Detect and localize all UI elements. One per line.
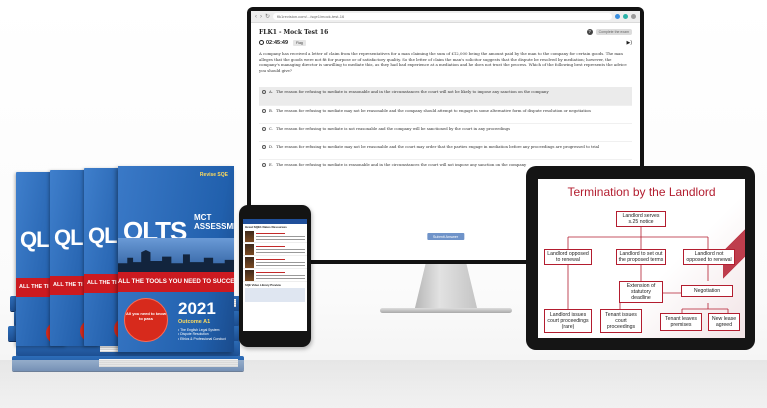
option-text: The reason for refusing to mediate may n… [276, 108, 591, 113]
front-book: Revise SQE QLTS MCT ASSESSMENT ALL THE T… [118, 166, 234, 352]
thumbnail [245, 257, 254, 268]
book-subtitle: ASSESSMENT [194, 222, 234, 231]
answer-options: A. The reason for refusing to mediate is… [259, 87, 632, 177]
flag-button[interactable]: Flag [293, 39, 306, 46]
timer-row: 02:45:49 Flag ▶) [259, 38, 632, 47]
thumbnail [245, 231, 254, 242]
submit-answer-button[interactable]: Submit Answer [426, 233, 465, 240]
exam-title: FLK1 - Mock Test 16 [259, 28, 329, 36]
exam-header: FLK1 - Mock Test 16 ? Complete the exam [259, 26, 632, 38]
list-item[interactable] [243, 256, 307, 269]
help-icon[interactable]: ? [586, 29, 593, 35]
book-subtitle: MCT [194, 213, 212, 222]
answer-option[interactable]: C. The reason for refusing to mediate is… [259, 123, 632, 141]
thumbnail [245, 270, 254, 281]
timer-value: 02:45:49 [266, 39, 289, 46]
flow-node: Negotiation [681, 285, 733, 297]
flow-node: Landlord not opposed to renewal [683, 249, 735, 265]
book-bullets: • The English Legal System • Dispute Res… [178, 328, 226, 341]
book-year: 2021 [178, 299, 216, 318]
option-letter: C. [269, 126, 273, 131]
option-text: The reason for refusing to mediate is re… [275, 89, 549, 94]
list-item[interactable] [243, 269, 307, 282]
list-item[interactable] [243, 230, 307, 243]
tablet: Termination by the Landlord Landlord ser… [526, 166, 755, 350]
timer: 02:45:49 Flag [259, 39, 306, 46]
reload-icon[interactable]: ↻ [265, 14, 270, 20]
speaker-icon[interactable]: ▶) [626, 40, 632, 46]
flow-node: Landlord opposed to renewal [544, 249, 592, 265]
option-text: The reason for refusing to mediate is no… [275, 126, 511, 131]
option-letter: D. [269, 144, 274, 149]
radio-icon[interactable] [262, 145, 266, 149]
book-title: QL [54, 225, 84, 250]
profile-icon[interactable] [631, 14, 636, 19]
video-preview[interactable] [245, 288, 305, 302]
book-skyline-image [118, 238, 234, 272]
answer-option[interactable]: A. The reason for refusing to mediate is… [259, 87, 632, 105]
option-text: The reason for refusing to mediate is re… [275, 162, 527, 167]
book-title: QL [88, 223, 118, 248]
radio-icon[interactable] [262, 109, 266, 113]
presentation-slide: Termination by the Landlord Landlord ser… [538, 179, 745, 338]
extension-icon[interactable] [623, 14, 628, 19]
flow-node: Tenant leaves premises [660, 313, 702, 331]
flow-node: New lease agreed [708, 313, 740, 331]
browser-toolbar: ‹ › ↻ flk1revision.com/.../sqe1/mock-tes… [251, 11, 640, 23]
answer-option[interactable]: D. The reason for refusing to mediate ma… [259, 141, 632, 159]
book-bullet: • Ethics & Professional Conduct [178, 336, 226, 341]
forward-icon[interactable]: › [260, 14, 262, 20]
flow-node: Tenant issues court proceedings [600, 309, 642, 333]
radio-icon[interactable] [262, 90, 266, 94]
phone-screen: Great SQE1 Dates Resources SQE Video Lib… [243, 219, 307, 331]
book-title: QL [20, 227, 50, 252]
flow-node: Landlord issues court proceedings (rare) [544, 309, 592, 333]
extension-icon[interactable] [615, 14, 620, 19]
flow-node: Landlord serves s.25 notice [616, 211, 666, 227]
question-text: A company has received a letter of claim… [259, 51, 627, 73]
option-letter: E. [269, 162, 273, 167]
floor-reflection [0, 360, 767, 408]
radio-icon[interactable] [262, 163, 266, 167]
book-outcome: Outcome A1 [178, 319, 211, 325]
thumbnail [245, 244, 254, 255]
monitor-base [380, 308, 512, 313]
flow-node: Extension of statutory deadline [619, 281, 663, 303]
option-letter: A. [269, 89, 273, 94]
monitor-stand [414, 264, 478, 312]
list-item[interactable] [243, 243, 307, 256]
back-icon[interactable]: ‹ [255, 14, 257, 20]
book-logo: Revise SQE [199, 172, 228, 178]
radio-icon[interactable] [262, 127, 266, 131]
smartphone: Great SQE1 Dates Resources SQE Video Lib… [239, 205, 311, 347]
flow-node: Landlord to set out the proposed terms [616, 249, 666, 265]
address-bar[interactable]: flk1revision.com/.../sqe1/mock-test-16 [273, 13, 612, 20]
book-badge: All you need to know to pass [124, 298, 168, 342]
clock-icon [259, 40, 264, 45]
option-letter: B. [269, 108, 273, 113]
book-band: ALL THE TOOLS YOU NEED TO SUCCEED [118, 272, 234, 292]
option-text: The reason for refusing to mediate may n… [276, 144, 600, 149]
answer-option[interactable]: B. The reason for refusing to mediate ma… [259, 105, 632, 123]
complete-exam-button[interactable]: Complete the exam [595, 29, 632, 35]
